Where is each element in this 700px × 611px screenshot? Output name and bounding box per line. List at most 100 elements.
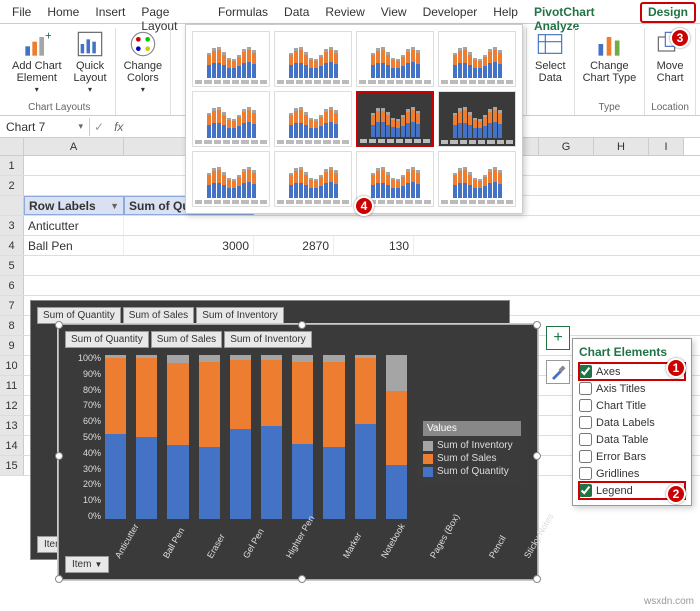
- name-box[interactable]: Chart 7 ▾: [0, 118, 90, 136]
- chart-style-thumb[interactable]: [438, 91, 516, 147]
- chart-style-thumb[interactable]: [356, 31, 434, 87]
- row-header[interactable]: 2: [0, 176, 24, 195]
- tab-data[interactable]: Data: [276, 2, 317, 23]
- quick-layout-button[interactable]: Quick Layout ▾: [72, 28, 109, 97]
- chart-style-thumb[interactable]: [438, 31, 516, 87]
- tab-formulas[interactable]: Formulas: [210, 2, 276, 23]
- cell[interactable]: 130: [334, 236, 414, 255]
- change-chart-type-button[interactable]: Change Chart Type: [581, 28, 639, 86]
- bar[interactable]: [323, 355, 344, 519]
- field-button[interactable]: Sum of Quantity: [37, 307, 121, 324]
- checkbox[interactable]: [579, 382, 592, 395]
- chart-styles-gallery[interactable]: [185, 24, 523, 214]
- tab-file[interactable]: File: [4, 2, 39, 23]
- checkbox[interactable]: [579, 365, 592, 378]
- field-button[interactable]: Sum of Quantity: [65, 331, 149, 348]
- field-button[interactable]: Sum of Inventory: [224, 331, 312, 348]
- pivot-chart-front[interactable]: Sum of Quantity Sum of Sales Sum of Inve…: [58, 324, 538, 580]
- item-filter-button[interactable]: Item▼: [65, 556, 109, 573]
- row-header[interactable]: 1: [0, 156, 24, 175]
- row-header[interactable]: 3: [0, 216, 24, 235]
- bar[interactable]: [105, 355, 126, 519]
- checkbox[interactable]: [579, 450, 592, 463]
- row-header[interactable]: 7: [0, 296, 24, 315]
- chart-style-thumb[interactable]: [274, 91, 352, 147]
- bar[interactable]: [199, 355, 220, 519]
- row-header[interactable]: 9: [0, 336, 24, 355]
- column-header[interactable]: I: [649, 138, 684, 155]
- chart-style-thumb[interactable]: [438, 151, 516, 207]
- fx-label[interactable]: fx: [108, 120, 129, 134]
- column-header[interactable]: A: [24, 138, 124, 155]
- chart-style-thumb[interactable]: [192, 151, 270, 207]
- bar[interactable]: [136, 355, 157, 519]
- select-data-button[interactable]: Select Data: [533, 28, 568, 86]
- resize-handle[interactable]: [298, 321, 306, 329]
- cell[interactable]: Ball Pen: [24, 236, 124, 255]
- bar[interactable]: [355, 355, 376, 519]
- row-header[interactable]: 6: [0, 276, 24, 295]
- tab-pivotchart-analyze[interactable]: PivotChart Analyze: [526, 2, 640, 23]
- chart-elements-button[interactable]: +: [546, 326, 570, 350]
- row-header[interactable]: 4: [0, 236, 24, 255]
- chart-element-option[interactable]: Axis Titles: [579, 380, 685, 397]
- field-button[interactable]: Sum of Sales: [123, 307, 194, 324]
- row-header[interactable]: 12: [0, 396, 24, 415]
- select-all-corner[interactable]: [0, 138, 24, 155]
- bar[interactable]: [230, 355, 251, 519]
- cell[interactable]: Row Labels▼: [24, 196, 124, 215]
- tab-view[interactable]: View: [373, 2, 415, 23]
- checkbox[interactable]: [579, 467, 592, 480]
- row-header[interactable]: 11: [0, 376, 24, 395]
- chart-style-thumb[interactable]: [192, 31, 270, 87]
- resize-handle[interactable]: [533, 321, 541, 329]
- cell[interactable]: 2870: [254, 236, 334, 255]
- bar[interactable]: [292, 355, 313, 519]
- row-header[interactable]: 14: [0, 436, 24, 455]
- chart-styles-button[interactable]: [546, 360, 570, 384]
- chart-style-thumb[interactable]: [274, 31, 352, 87]
- chart-element-option[interactable]: Chart Title: [579, 397, 685, 414]
- plot-area[interactable]: [105, 355, 407, 519]
- row-header[interactable]: [0, 196, 24, 215]
- row-header[interactable]: 10: [0, 356, 24, 375]
- tab-review[interactable]: Review: [317, 2, 372, 23]
- chart-element-option[interactable]: Data Table: [579, 431, 685, 448]
- resize-handle[interactable]: [55, 452, 63, 460]
- resize-handle[interactable]: [298, 575, 306, 583]
- row-header[interactable]: 15: [0, 456, 24, 475]
- checkbox[interactable]: [579, 484, 592, 497]
- resize-handle[interactable]: [533, 575, 541, 583]
- chart-style-thumb[interactable]: [356, 91, 434, 147]
- row-header[interactable]: 13: [0, 416, 24, 435]
- tab-design[interactable]: Design: [640, 2, 696, 23]
- column-header[interactable]: H: [594, 138, 649, 155]
- chart-element-option[interactable]: Error Bars: [579, 448, 685, 465]
- chart-legend[interactable]: Values Sum of Inventory Sum of Sales Sum…: [417, 415, 527, 485]
- tab-home[interactable]: Home: [39, 2, 87, 23]
- resize-handle[interactable]: [533, 452, 541, 460]
- chart-element-option[interactable]: Data Labels: [579, 414, 685, 431]
- resize-handle[interactable]: [55, 575, 63, 583]
- checkbox[interactable]: [579, 416, 592, 429]
- field-button[interactable]: Sum of Inventory: [196, 307, 284, 324]
- tab-help[interactable]: Help: [485, 2, 526, 23]
- chart-element-option[interactable]: Gridlines: [579, 465, 685, 482]
- column-header[interactable]: G: [539, 138, 594, 155]
- tab-developer[interactable]: Developer: [415, 2, 486, 23]
- cell[interactable]: 3000: [124, 236, 254, 255]
- chart-style-thumb[interactable]: [192, 91, 270, 147]
- change-colors-button[interactable]: Change Colors ▾: [122, 28, 165, 97]
- bar[interactable]: [386, 355, 407, 519]
- chart-style-thumb[interactable]: [274, 151, 352, 207]
- checkbox[interactable]: [579, 399, 592, 412]
- row-header[interactable]: 8: [0, 316, 24, 335]
- row-header[interactable]: 5: [0, 256, 24, 275]
- bar[interactable]: [167, 355, 188, 519]
- tab-insert[interactable]: Insert: [87, 2, 133, 23]
- resize-handle[interactable]: [55, 321, 63, 329]
- checkbox[interactable]: [579, 433, 592, 446]
- tab-pagelayout[interactable]: Page Layout: [133, 2, 210, 23]
- field-button[interactable]: Sum of Sales: [151, 331, 222, 348]
- add-chart-element-button[interactable]: + Add Chart Element ▾: [10, 28, 64, 97]
